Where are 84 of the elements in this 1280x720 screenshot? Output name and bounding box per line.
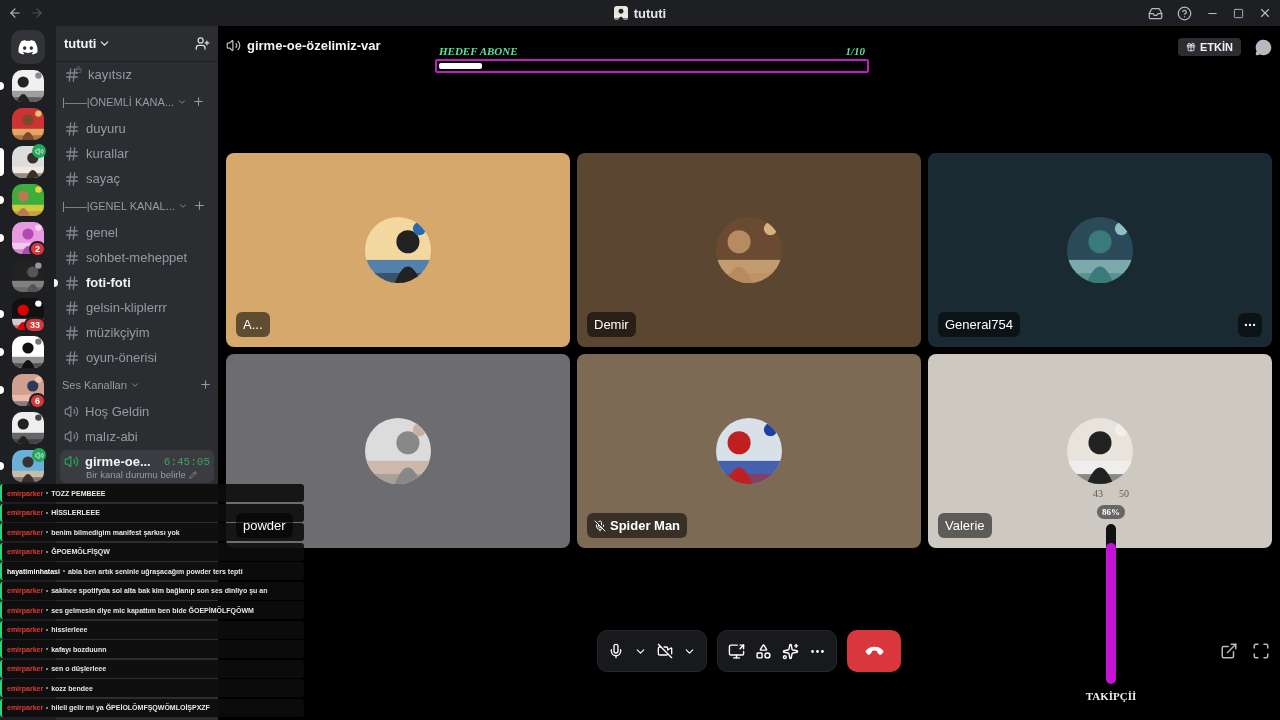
participant-tile[interactable]: General754 [928,153,1272,347]
channel-item[interactable]: foti-foti [60,270,214,295]
goal-count: 1/10 [845,45,865,57]
add-channel-icon[interactable] [199,378,212,391]
home-button[interactable] [11,30,45,64]
speaker-icon [226,38,241,53]
unread-indicator [54,279,58,287]
activity-button[interactable]: ETKİN [1178,38,1241,56]
locked-channel-icon [64,66,82,83]
category-name[interactable]: Ses Kanalları [62,378,128,391]
participant-name: Spider Man [587,513,688,538]
participant-tile[interactable]: A... [226,153,570,347]
channel-item[interactable]: kayıtsız [60,62,214,87]
sparkles-icon[interactable] [782,642,799,660]
participant-name: A... [236,312,270,337]
add-channel-icon[interactable] [192,199,206,212]
channel-item[interactable]: sayaç [60,166,214,191]
participant-name: Demir [587,312,636,337]
camera-off-icon[interactable] [657,643,673,659]
shapes-icon[interactable] [755,642,772,660]
channel-status[interactable]: Bir kanal durumu belirle [86,469,186,480]
hash-icon [64,224,80,241]
server-indicator [0,348,4,356]
invite-icon[interactable] [195,36,210,51]
hash-icon [64,120,80,137]
speaker-icon [64,404,79,419]
channel-item[interactable]: müzikçiyim [60,320,214,345]
server-indicator [0,82,4,90]
hash-icon [64,274,80,291]
hash-icon [64,249,80,266]
meter-percent: 86% [1097,505,1125,519]
participant-name: General754 [938,312,1020,337]
category-name[interactable]: |——|ÖNEMLİ KANA... [62,95,175,108]
hash-icon [64,299,80,316]
hash-icon [64,324,80,341]
server-indicator [0,386,4,394]
server-indicator [0,196,4,204]
speaker-icon [64,454,79,469]
channel-item[interactable]: duyuru [60,116,214,141]
window-title: tututi [633,5,667,21]
help-icon[interactable] [1177,5,1192,21]
server-indicator [0,310,4,318]
participant-tile[interactable]: Spider Man [577,354,921,548]
active-voice-channel[interactable]: girme-oe... 6:45:05 Bir kanal durumu belirle [60,450,214,483]
meter-label: TAKİPÇİİ [1085,690,1137,702]
channel-name: girme-oe... [85,454,151,469]
channel-item[interactable]: genel [60,220,214,245]
server-name[interactable]: tututi [64,36,97,51]
channel-item[interactable]: gelsin-kliplerrr [60,295,214,320]
goal-title: HEDEF ABONE [439,45,518,57]
controller-icon [18,39,38,55]
server-indicator [0,462,4,470]
chat-icon[interactable] [1255,38,1272,56]
hash-icon [64,349,80,366]
meter-number: 43 [1093,488,1103,499]
participant-name: Valerie [938,513,992,538]
microphone-icon[interactable] [608,643,624,659]
server-indicator [0,234,4,242]
voice-channel-item[interactable]: Hoş Geldin [60,399,214,424]
voice-channel-item[interactable]: malız-abi [60,424,214,449]
meter-number: 50 [1119,488,1129,499]
disconnect-button[interactable] [847,630,901,672]
pop-out-icon[interactable] [1220,642,1238,660]
inbox-icon[interactable] [1148,5,1163,21]
participant-tile[interactable]: Demir [577,153,921,347]
hash-icon [64,145,80,162]
call-timer: 6:45:05 [163,455,210,468]
back-icon[interactable] [8,6,22,20]
maximize-icon[interactable] [1233,7,1244,19]
server-indicator [0,148,4,176]
screen-share-icon[interactable] [728,642,745,660]
channel-item[interactable]: kurallar [60,141,214,166]
close-icon[interactable] [1258,6,1272,20]
speaker-icon [64,429,79,444]
add-channel-icon[interactable] [192,95,206,108]
participant-tile[interactable]: powder [226,354,570,548]
channel-title: girme-oe-özelimiz-var [247,38,381,53]
channel-item[interactable]: sohbet-meheppet [60,245,214,270]
more-button[interactable] [1238,313,1262,337]
hash-icon [64,170,80,187]
gift-icon [1186,42,1196,52]
channel-item[interactable]: oyun-önerisi [60,345,214,370]
category-name[interactable]: |——|GENEL KANAL... [62,199,175,212]
fullscreen-icon[interactable] [1252,642,1270,660]
